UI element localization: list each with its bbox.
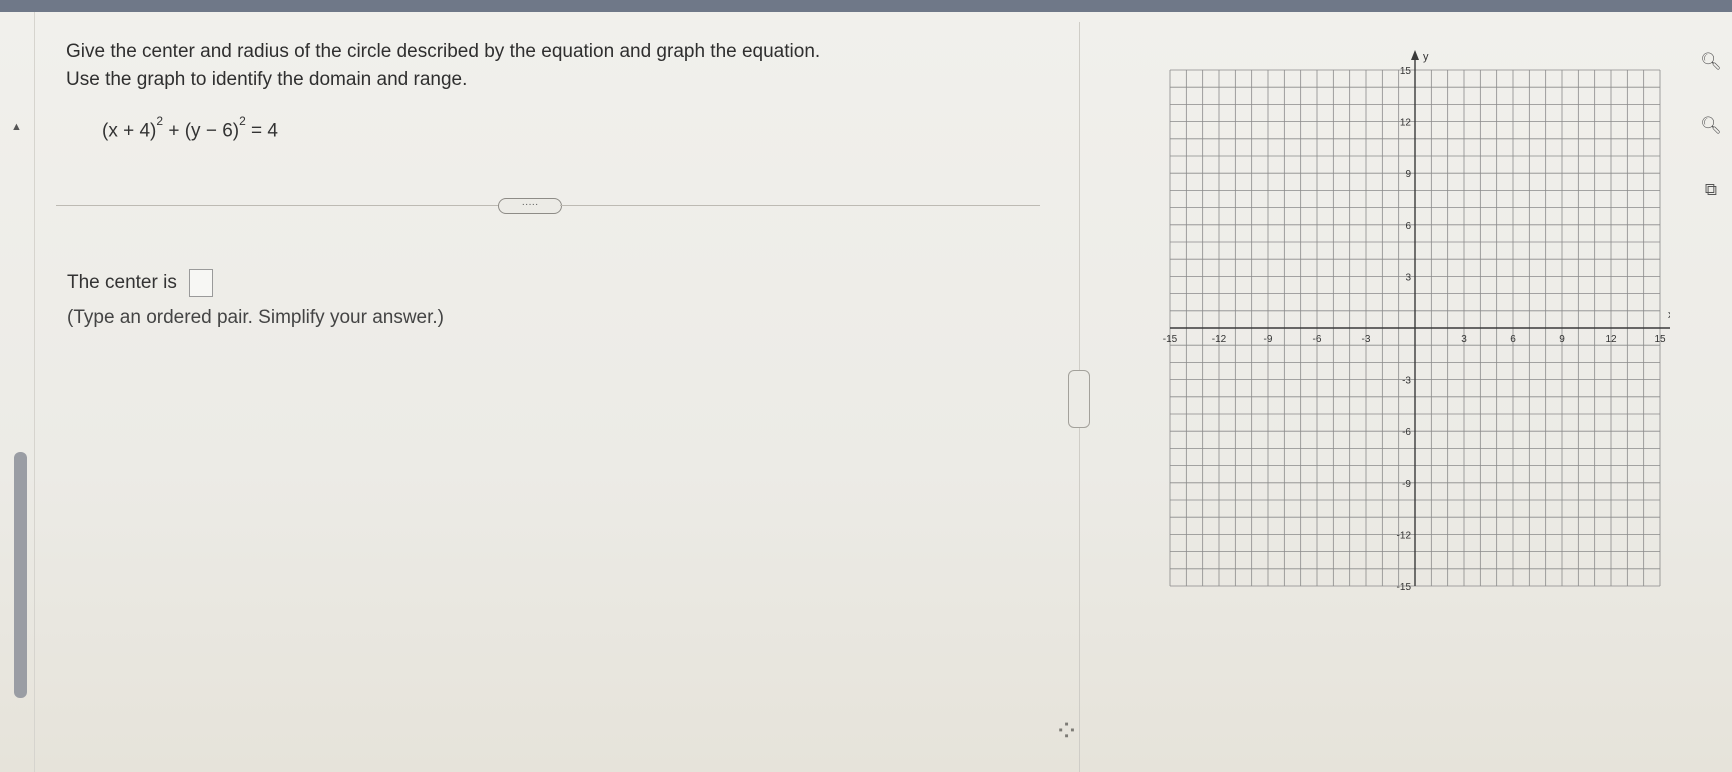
x-axis-label: x: [1668, 309, 1670, 321]
divider-left: [56, 205, 500, 206]
drag-move-icon[interactable]: ⁘: [1054, 714, 1079, 749]
x-tick-label: -6: [1313, 334, 1322, 345]
x-tick-label: 6: [1510, 334, 1516, 345]
scrollbar[interactable]: [14, 452, 27, 698]
collapse-arrow-icon[interactable]: ▲: [11, 121, 22, 133]
more-button[interactable]: ·····: [498, 198, 562, 214]
y-tick-label: 3: [1405, 272, 1411, 283]
y-axis-label: y: [1423, 51, 1429, 63]
divider-right: [560, 205, 1040, 206]
y-tick-label: -6: [1402, 427, 1411, 438]
answer-hint: (Type an ordered pair. Simplify your ans…: [67, 307, 445, 328]
zoom-out-icon[interactable]: 🔍︎: [1700, 116, 1722, 138]
question-line-2: Use the graph to identify the domain and…: [66, 69, 468, 90]
question-line-1: Give the center and radius of the circle…: [66, 41, 821, 62]
popout-icon[interactable]: ⧉: [1700, 180, 1722, 202]
top-bar: [0, 0, 1732, 12]
x-tick-label: 12: [1605, 334, 1617, 345]
y-axis-arrow: [1411, 50, 1419, 60]
equation: (x + 4)2 + (y − 6)2 = 4: [102, 114, 279, 142]
y-tick-label: -3: [1402, 376, 1411, 387]
x-tick-label: -12: [1212, 334, 1227, 345]
x-tick-label: -3: [1362, 334, 1371, 345]
y-tick-label: 15: [1400, 66, 1412, 77]
y-tick-label: -12: [1397, 530, 1412, 541]
x-tick-label: -9: [1264, 334, 1273, 345]
x-tick-label: 15: [1654, 334, 1666, 345]
pane-splitter-handle[interactable]: [1068, 370, 1090, 428]
y-tick-label: 9: [1405, 169, 1411, 180]
zoom-in-icon[interactable]: 🔍︎: [1700, 52, 1722, 74]
x-tick-label: 3: [1461, 334, 1467, 345]
y-tick-label: -9: [1402, 479, 1411, 490]
coordinate-graph[interactable]: x y -15 -12 -9 -6 -3 3 6 9 12 15 15 12 9 6 3 -3 -6 -9 -12 -15: [1160, 42, 1670, 602]
question-text: Give the center and radius of the circle…: [66, 38, 820, 94]
center-answer-input[interactable]: [188, 269, 213, 297]
answer-row: The center is: [67, 269, 213, 297]
y-tick-label: 12: [1400, 118, 1412, 129]
x-tick-label: -15: [1163, 334, 1178, 345]
answer-prompt: The center is: [67, 272, 177, 293]
y-tick-label: 6: [1405, 221, 1411, 232]
x-tick-label: 9: [1559, 334, 1565, 345]
y-tick-label: -15: [1397, 582, 1412, 593]
